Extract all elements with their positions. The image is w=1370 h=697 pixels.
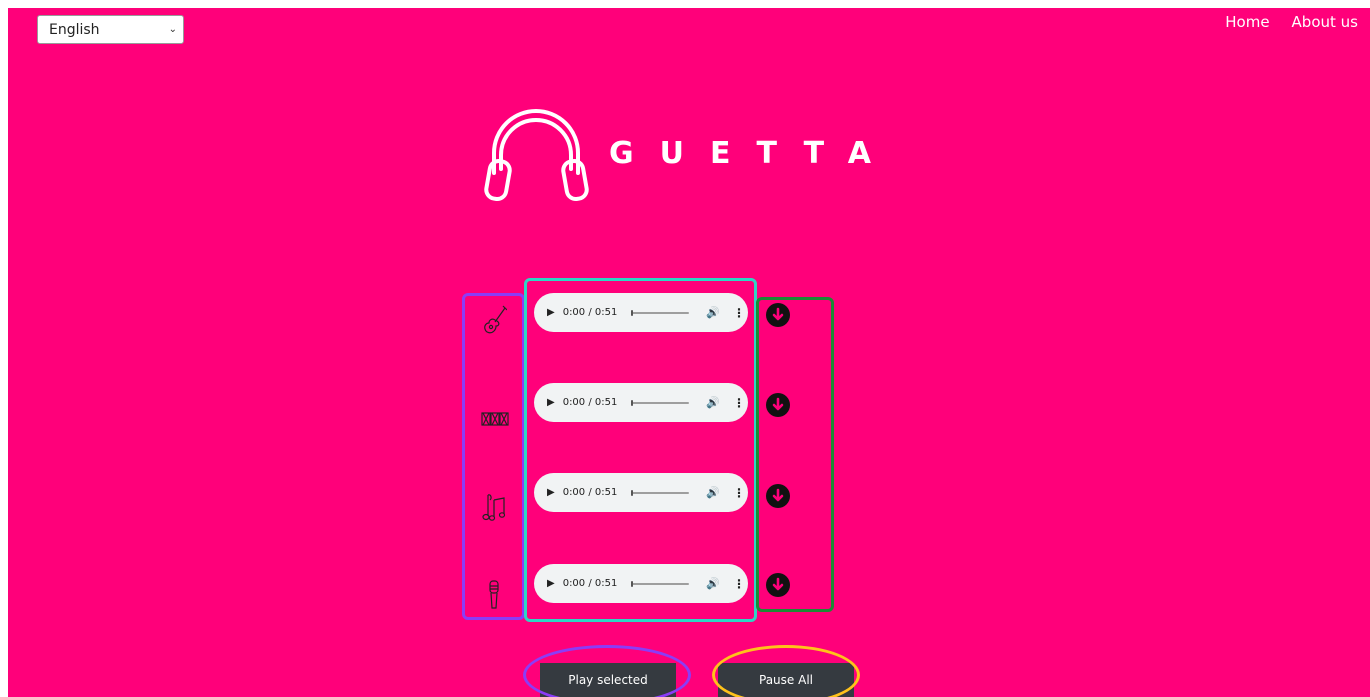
instruments-column-highlight xyxy=(462,293,525,620)
drums-icon xyxy=(481,412,509,426)
audio-player[interactable]: ▶ 0:00 / 0:51 🔊 ⋮ xyxy=(534,293,748,332)
page: English ⌄ Home About us GUETTA ▶ 0:00 / … xyxy=(8,8,1370,697)
headphones-icon xyxy=(484,109,589,202)
volume-icon[interactable]: 🔊 xyxy=(706,486,720,499)
audio-time: 0:00 / 0:51 xyxy=(562,578,618,589)
audio-player[interactable]: ▶ 0:00 / 0:51 🔊 ⋮ xyxy=(534,473,748,512)
audio-player[interactable]: ▶ 0:00 / 0:51 🔊 ⋮ xyxy=(534,383,748,422)
audio-time: 0:00 / 0:51 xyxy=(562,487,618,498)
volume-icon[interactable]: 🔊 xyxy=(706,577,720,590)
downloads-column-highlight xyxy=(756,297,834,612)
audio-time: 0:00 / 0:51 xyxy=(562,307,618,318)
play-icon[interactable]: ▶ xyxy=(547,578,555,589)
audio-seek-slider[interactable] xyxy=(631,489,690,496)
microphone-icon xyxy=(489,580,499,609)
pause-all-highlight xyxy=(712,645,860,697)
guitar-icon xyxy=(484,305,507,334)
nav-about-link[interactable]: About us xyxy=(1292,13,1358,31)
play-icon[interactable]: ▶ xyxy=(547,487,555,498)
nav-home-link[interactable]: Home xyxy=(1225,13,1269,31)
download-icon[interactable] xyxy=(766,573,790,597)
logo-text: GUETTA xyxy=(609,136,897,171)
more-options-icon[interactable]: ⋮ xyxy=(733,306,745,320)
language-select[interactable]: English ⌄ xyxy=(37,15,184,44)
music-notes-icon xyxy=(482,494,506,521)
audio-seek-slider[interactable] xyxy=(631,309,690,316)
play-selected-highlight xyxy=(523,645,691,697)
audio-seek-slider[interactable] xyxy=(631,399,690,406)
more-options-icon[interactable]: ⋮ xyxy=(733,577,745,591)
audio-player[interactable]: ▶ 0:00 / 0:51 🔊 ⋮ xyxy=(534,564,748,603)
audio-time: 0:00 / 0:51 xyxy=(562,397,618,408)
play-icon[interactable]: ▶ xyxy=(547,397,555,408)
download-icon[interactable] xyxy=(766,303,790,327)
volume-icon[interactable]: 🔊 xyxy=(706,306,720,319)
audio-seek-slider[interactable] xyxy=(631,580,690,587)
language-select-value: English xyxy=(49,21,100,38)
more-options-icon[interactable]: ⋮ xyxy=(733,396,745,410)
download-icon[interactable] xyxy=(766,393,790,417)
volume-icon[interactable]: 🔊 xyxy=(706,396,720,409)
download-icon[interactable] xyxy=(766,484,790,508)
top-nav: Home About us xyxy=(1225,13,1358,31)
play-icon[interactable]: ▶ xyxy=(547,307,555,318)
chevron-down-icon: ⌄ xyxy=(168,24,177,35)
more-options-icon[interactable]: ⋮ xyxy=(733,486,745,500)
